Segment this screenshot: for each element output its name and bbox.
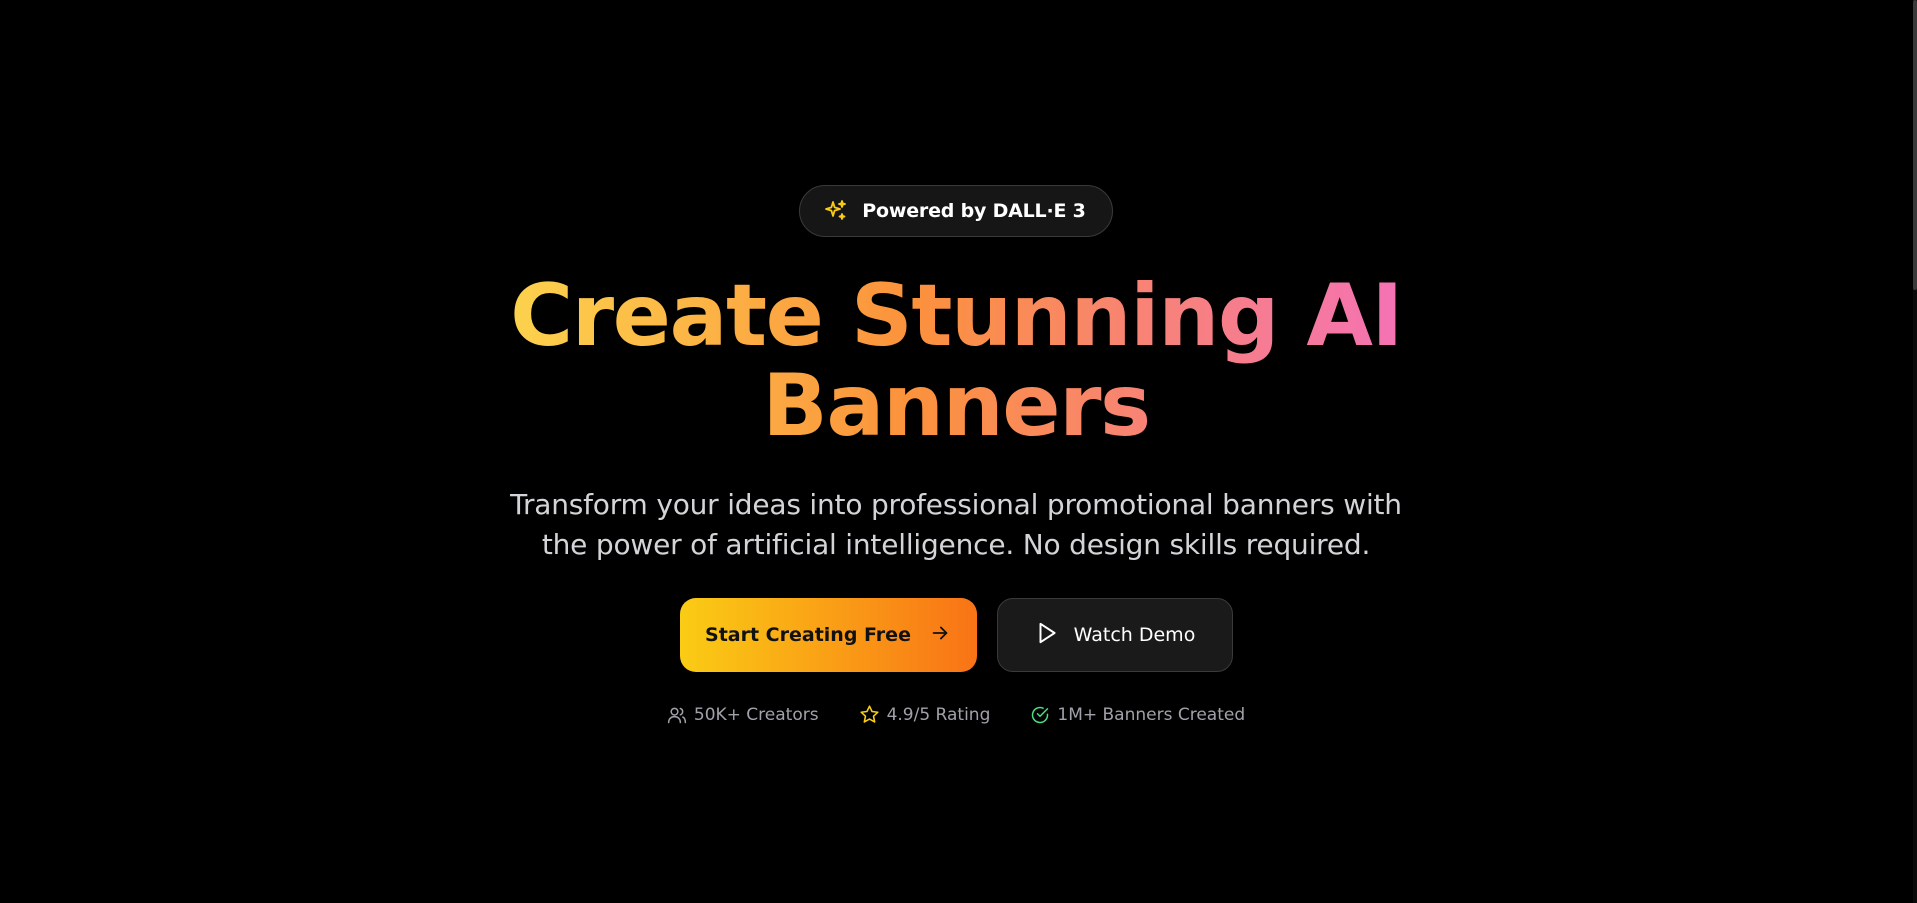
stat-banners-text: 1M+ Banners Created: [1057, 704, 1246, 725]
stat-creators: 50K+ Creators: [667, 705, 819, 725]
hero-headline: Create Stunning AI Banners: [506, 271, 1406, 451]
stats-row: 50K+ Creators 4.9/5 Rating 1M+ Banners C…: [667, 704, 1245, 725]
sparkles-icon: [824, 199, 848, 223]
watch-demo-button[interactable]: Watch Demo: [996, 598, 1233, 672]
start-creating-button[interactable]: Start Creating Free: [679, 598, 977, 672]
hero-subtitle: Transform your ideas into professional p…: [510, 488, 1402, 561]
start-creating-label: Start Creating Free: [705, 624, 911, 646]
play-icon: [1034, 620, 1060, 651]
arrow-right-icon: [929, 622, 951, 649]
cta-row: Start Creating Free Watch Demo: [679, 598, 1233, 672]
star-icon: [859, 704, 880, 725]
page: Powered by DALL·E 3 Create Stunning AI B…: [0, 0, 1917, 903]
stat-creators-text: 50K+ Creators: [693, 704, 819, 725]
hero-section: Powered by DALL·E 3 Create Stunning AI B…: [0, 0, 1912, 725]
check-circle-icon: [1030, 705, 1050, 725]
users-icon: [667, 705, 687, 725]
badge-text: Powered by DALL·E 3: [862, 200, 1086, 222]
watch-demo-label: Watch Demo: [1073, 624, 1196, 646]
scrollbar-thumb[interactable]: [1913, 0, 1917, 290]
stat-banners: 1M+ Banners Created: [1030, 705, 1245, 725]
powered-by-badge: Powered by DALL·E 3: [799, 185, 1113, 237]
scrollbar[interactable]: [1913, 0, 1917, 903]
stat-rating: 4.9/5 Rating: [859, 704, 991, 725]
stat-rating-text: 4.9/5 Rating: [886, 704, 991, 725]
